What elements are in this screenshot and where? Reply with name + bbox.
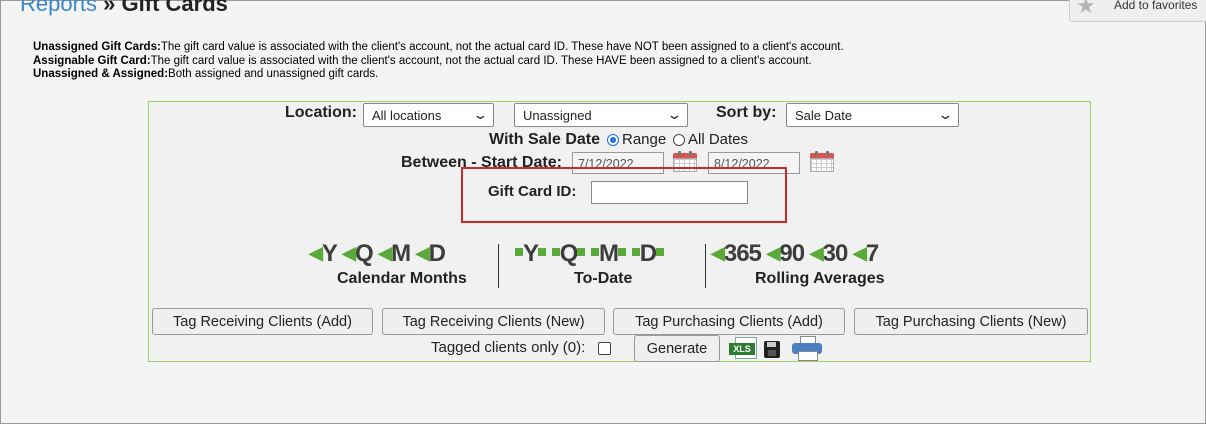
giftcard-id-label: Gift Card ID: xyxy=(488,183,577,200)
page-title: Reports » Gift Cards xyxy=(20,0,228,17)
tagged-only-label: Tagged clients only (0): xyxy=(431,339,586,356)
breadcrumb-reports-link[interactable]: Reports xyxy=(20,0,97,16)
calendar-quarter-link[interactable]: ◀Q xyxy=(342,240,373,267)
location-select[interactable]: All locations ⌄ xyxy=(363,103,494,127)
chevron-down-icon: ⌄ xyxy=(472,107,489,122)
to-date-label: To-Date xyxy=(574,270,633,287)
todate-month-link[interactable]: M xyxy=(591,240,627,267)
giftcard-id-input[interactable] xyxy=(591,181,748,204)
generate-button[interactable]: Generate xyxy=(634,335,720,362)
rolling-365-link[interactable]: ◀365 xyxy=(711,240,762,267)
rolling-90-link[interactable]: ◀90 xyxy=(767,240,806,267)
tag-receiving-add-button[interactable]: Tag Receiving Clients (Add) xyxy=(152,308,373,335)
add-to-favorites-label: Add to favorites xyxy=(1114,0,1198,12)
rolling-average-links: ◀365 ◀90 ◀30 ◀7 xyxy=(711,240,879,268)
printer-icon[interactable] xyxy=(792,336,822,361)
save-icon[interactable] xyxy=(764,341,780,358)
definitions: Unassigned Gift Cards:The gift card valu… xyxy=(33,41,844,82)
radio-range[interactable] xyxy=(607,134,619,146)
rolling-averages-label: Rolling Averages xyxy=(755,270,885,287)
todate-year-link[interactable]: Y xyxy=(515,240,547,267)
calendar-year-link[interactable]: ◀Y xyxy=(309,240,337,267)
todate-quarter-link[interactable]: Q xyxy=(551,240,586,267)
calendar-months-label: Calendar Months xyxy=(337,270,467,287)
add-to-favorites-button[interactable]: ★ Add to favorites xyxy=(1069,0,1206,22)
radio-range-label: Range xyxy=(622,131,667,148)
location-label: Location: xyxy=(285,104,357,121)
calendar-months-links: ◀Y ◀Q ◀M ◀D xyxy=(309,240,446,268)
assignment-select-value: Unassigned xyxy=(523,108,592,123)
divider xyxy=(705,244,706,288)
tag-purchasing-add-button[interactable]: Tag Purchasing Clients (Add) xyxy=(613,308,845,335)
tag-purchasing-new-button[interactable]: Tag Purchasing Clients (New) xyxy=(854,308,1088,335)
chevron-down-icon: ⌄ xyxy=(666,107,683,122)
calendar-day-link[interactable]: ◀D xyxy=(416,240,446,267)
export-xls-icon[interactable]: XLS xyxy=(729,337,757,359)
sortby-select[interactable]: Sale Date ⌄ xyxy=(786,103,959,127)
location-select-value: All locations xyxy=(372,108,442,123)
sale-date-label: With Sale Date xyxy=(489,131,600,148)
tagged-only-checkbox[interactable] xyxy=(598,342,611,355)
rolling-7-link[interactable]: ◀7 xyxy=(853,240,879,267)
rolling-30-link[interactable]: ◀30 xyxy=(810,240,849,267)
radio-all-dates-label: All Dates xyxy=(688,131,749,148)
sortby-select-value: Sale Date xyxy=(795,108,853,123)
divider xyxy=(498,244,499,288)
calendar-month-link[interactable]: ◀M xyxy=(378,240,411,267)
definition-unassigned: Unassigned Gift Cards:The gift card valu… xyxy=(33,41,844,53)
breadcrumb-current: Gift Cards xyxy=(121,0,228,16)
definition-both: Unassigned & Assigned:Both assigned and … xyxy=(33,68,379,80)
assignment-select[interactable]: Unassigned ⌄ xyxy=(514,103,688,127)
breadcrumb-separator: » xyxy=(103,0,116,16)
star-icon: ★ xyxy=(1076,0,1096,18)
definition-assignable: Assignable Gift Card:The gift card value… xyxy=(33,54,812,67)
calendar-icon[interactable] xyxy=(810,151,834,173)
tag-receiving-new-button[interactable]: Tag Receiving Clients (New) xyxy=(382,308,605,335)
sortby-label: Sort by: xyxy=(716,104,777,121)
radio-all-dates[interactable] xyxy=(673,134,685,146)
todate-day-link[interactable]: D xyxy=(631,240,665,267)
to-date-links: Y Q M D xyxy=(515,240,665,268)
chevron-down-icon: ⌄ xyxy=(937,107,954,122)
